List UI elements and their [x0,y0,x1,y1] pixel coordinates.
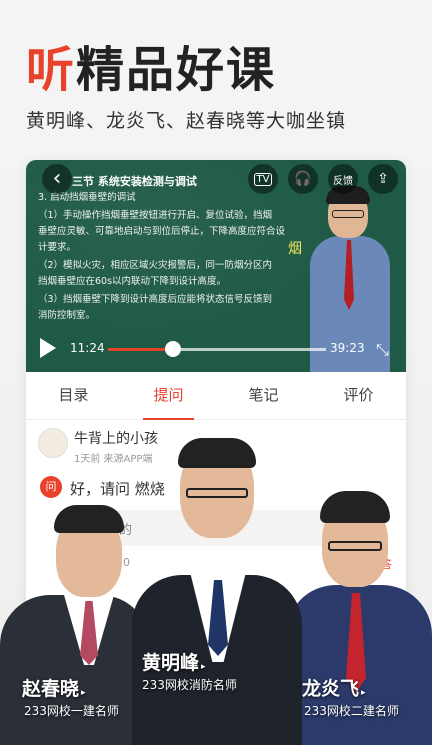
headline-rest: 精品好课 [76,42,277,98]
tv-cast-button[interactable]: TV [248,164,278,194]
tab-catalog[interactable]: 目录 [26,372,121,419]
teacher-name: 黄明峰 ▸ [142,652,206,674]
board-line: 挡烟垂壁应在60s以内联动下降到设计高度。 [38,276,227,287]
feedback-button[interactable]: 反馈 [328,164,358,194]
fullscreen-icon[interactable]: ⤡ [376,340,389,360]
board-title: 三节 系统安装检测与调试 [72,175,197,188]
headphones-icon: 🎧 [294,171,312,187]
lesson-tabs: 目录 提问 笔记 评价 [26,372,406,420]
board-line: （3）挡烟垂壁下降到设计高度后应能将状态信号反馈到 [38,294,273,305]
current-time: 11:24 [70,341,105,355]
progress-fill [108,348,174,351]
tab-notes[interactable]: 笔记 [216,372,311,419]
promo-headline: 听精品好课 [26,30,276,100]
video-player[interactable]: 三节 系统安装检测与调试 3. 启动挡烟垂壁的调试 （1）手动操作挡烟垂壁按钮进… [26,160,406,372]
promo-subline: 黄明峰、龙炎飞、赵春晓等大咖坐镇 [26,110,347,132]
handwriting-note: 烟 [288,241,302,257]
teacher-name: 赵春晓 ▸ [22,678,86,700]
progress-bar[interactable] [108,341,326,357]
teacher-title: 233网校二建名师 [304,704,399,718]
share-icon: ⇪ [377,171,389,187]
teacher-photo [132,438,302,745]
board-line: 消防控制室。 [38,310,96,321]
share-button[interactable]: ⇪ [368,164,398,194]
teacher-title: 233网校一建名师 [24,704,119,718]
audio-mode-button[interactable]: 🎧 [288,164,318,194]
progress-thumb[interactable] [165,341,182,357]
back-icon: ‹ [52,166,62,191]
back-button[interactable]: ‹ [42,164,72,194]
total-time: 39:23 [330,341,365,355]
board-line: 计要求。 [38,242,77,253]
feedback-label: 反馈 [333,175,353,187]
teacher-lineup: 赵春晓 ▸ 233网校一建名师 黄明峰 ▸ 233网校消防名师 龙炎飞 ▸ 233网校… [0,438,432,745]
play-icon[interactable] [40,338,56,358]
tab-reviews[interactable]: 评价 [311,372,406,419]
tab-questions[interactable]: 提问 [121,372,216,420]
board-line: （1）手动操作挡烟垂壁按钮进行开启、复位试验，挡烟 [38,210,273,221]
teacher-title: 233网校消防名师 [142,678,237,692]
board-line: （2）模拟火灾，相应区域火灾报警后，同一防烟分区内 [38,260,273,271]
tv-icon: TV [253,172,273,186]
headline-accent: 听 [26,42,77,98]
teacher-name: 龙炎飞 ▸ [302,678,366,700]
board-line: 垂壁应灵敏、可靠地启动与到位后停止，下降高度应符合设 [38,226,286,237]
